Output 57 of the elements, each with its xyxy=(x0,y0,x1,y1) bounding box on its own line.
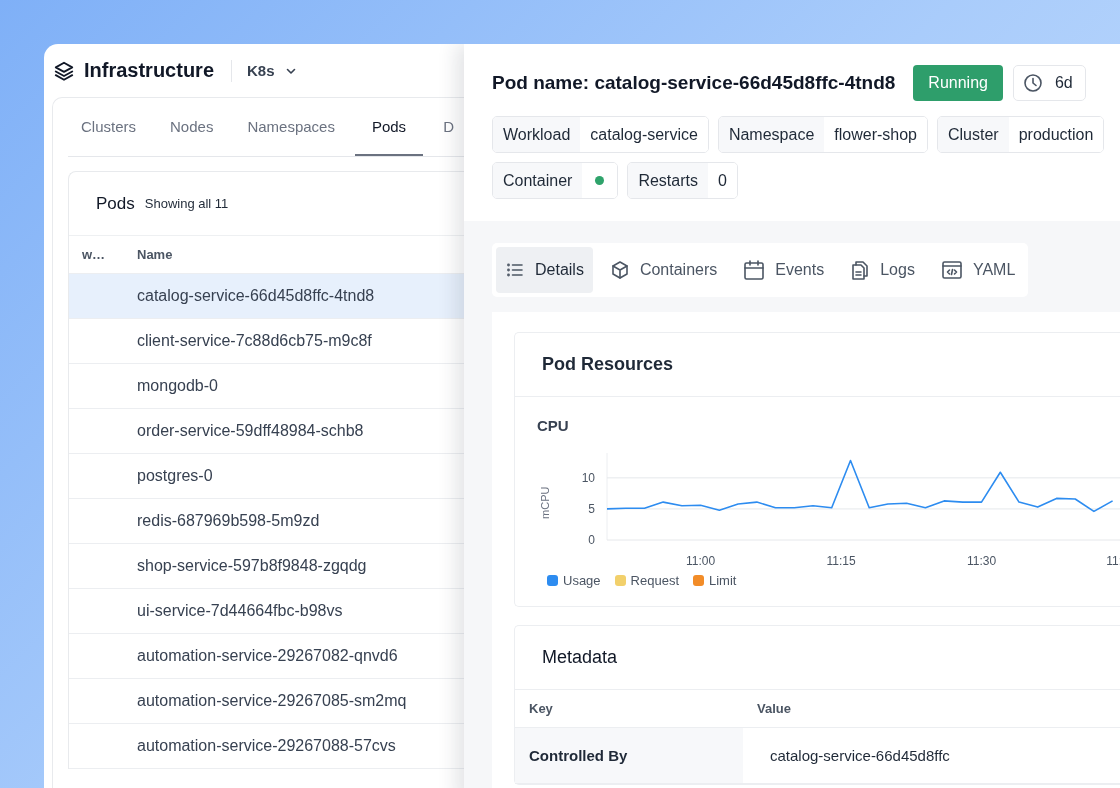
table-cell: redis-687969b598-5m9zd xyxy=(137,512,320,530)
tab[interactable]: Logs xyxy=(841,247,924,293)
table-cell: postgres-0 xyxy=(137,467,213,485)
context-dropdown[interactable]: K8s xyxy=(247,62,297,79)
tab[interactable]: Events xyxy=(734,247,834,293)
legend-label: Usage xyxy=(563,573,601,588)
tab[interactable]: YAML xyxy=(931,247,1025,293)
axis-tick-label: 0 xyxy=(588,533,595,547)
pod-title: Pod name: catalog-service-66d45d8ffc-4tnd8 xyxy=(492,72,896,94)
tab[interactable]: Containers xyxy=(600,247,727,293)
info-chip: Container xyxy=(492,162,619,199)
key-cell: Controlled By xyxy=(515,728,743,783)
status-badge: Running xyxy=(913,65,1003,101)
table-title: Pods xyxy=(96,193,135,214)
legend-label: Request xyxy=(630,573,679,588)
table-cell: shop-service-597b8f9848-zgqdg xyxy=(137,557,367,575)
tab[interactable]: Pods xyxy=(354,98,424,156)
axis-tick-label: 11:00 xyxy=(686,554,716,568)
clock-icon xyxy=(1022,73,1043,93)
tab[interactable]: Clusters xyxy=(68,98,150,156)
info-chip: Cluster production xyxy=(937,116,1105,153)
table-cell: catalog-service-66d45d8ffc-4tnd8 xyxy=(137,287,375,305)
tab[interactable]: D xyxy=(429,98,468,156)
axis-tick-label: 5 xyxy=(588,501,595,516)
table-cell: automation-service-29267088-57cvs xyxy=(137,737,396,755)
legend-label: Limit xyxy=(709,573,737,588)
tab[interactable]: Details xyxy=(496,247,593,293)
axis-tick-label: 11:30 xyxy=(967,554,997,568)
app-title: Infrastructure xyxy=(84,59,215,82)
axis-tick-label: 11: xyxy=(1106,554,1120,568)
column-header: Name xyxy=(137,247,173,262)
chart-title: CPU xyxy=(537,417,570,434)
documents-icon xyxy=(850,259,871,281)
axis-tick-label: 10 xyxy=(581,470,595,485)
column-header: w… xyxy=(81,247,107,262)
value-cell-text: catalog-service-66d45d8ffc xyxy=(769,746,950,766)
table-cell: order-service-59dff48984-schb8 xyxy=(137,422,364,440)
info-chip: Namespace flower-shop xyxy=(717,116,928,153)
table-cell: automation-service-29267085-sm2mq xyxy=(137,692,407,710)
table-cell: ui-service-7d44664fbc-b98vs xyxy=(137,602,343,620)
age-chip: 6d xyxy=(1012,65,1086,101)
column-header: Value xyxy=(756,701,792,716)
axis-tick-label: 11:15 xyxy=(826,554,856,568)
info-chip: Workload catalog-service xyxy=(492,116,709,153)
table-cell: mongodb-0 xyxy=(137,377,218,395)
cube-icon xyxy=(609,260,630,280)
calendar-icon xyxy=(743,259,766,281)
layers-icon xyxy=(53,59,75,82)
table-cell: automation-service-29267082-qnvd6 xyxy=(137,647,398,665)
tab[interactable]: Namespaces xyxy=(233,98,349,156)
table-cell: client-service-7c88d6cb75-m9c8f xyxy=(137,332,372,350)
axis-title: mCPU xyxy=(539,486,551,519)
column-header: Key xyxy=(528,701,554,716)
tab[interactable]: Nodes xyxy=(156,98,228,156)
code-window-icon xyxy=(940,259,963,281)
item-count: Showing all 11 xyxy=(144,196,229,211)
info-chip: Restarts 0 xyxy=(627,162,738,199)
